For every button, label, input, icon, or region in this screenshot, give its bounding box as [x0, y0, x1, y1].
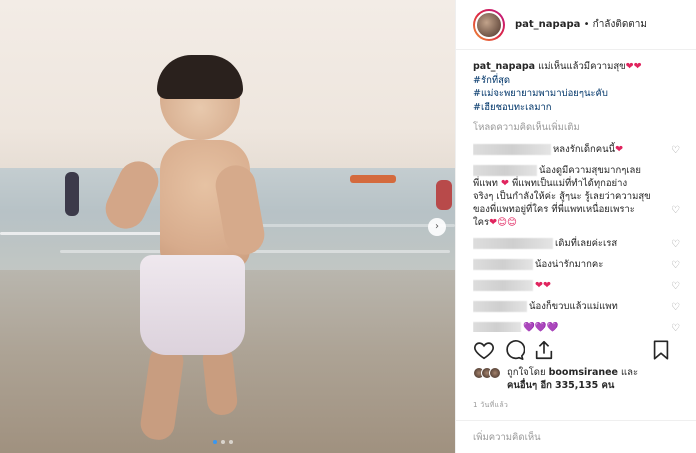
chevron-right-icon[interactable]: ›: [428, 218, 446, 236]
comment-text: เดิมที่เลยค่ะเรส: [555, 238, 618, 249]
comment-item: น้องดูมีความสุขมากๆเลย พี่แพท ❤ พี่แพทเป…: [473, 164, 680, 229]
blurred-username: [473, 322, 521, 332]
comment-item: หลงรักเด็กคนนี้❤ ♡: [473, 143, 680, 156]
comment-item: น้องน่ารักมากคะ ♡: [473, 258, 680, 271]
blurred-username: [473, 144, 551, 155]
blurred-username: [473, 280, 533, 291]
heart-emoji: ❤❤: [535, 280, 551, 291]
caption-username[interactable]: pat_napapa: [473, 61, 535, 72]
purple-heart-emoji: 💜💜💜: [523, 322, 559, 332]
comment-icon[interactable]: [503, 339, 525, 361]
comment-like-icon[interactable]: ♡: [671, 301, 680, 314]
caption: pat_napapa แม่เห็นแล้วมีความสุข❤❤ #รักที…: [473, 60, 680, 114]
others-count[interactable]: 335,135 คน: [555, 380, 614, 391]
carousel-dots: [213, 440, 233, 444]
comments-section: pat_napapa แม่เห็นแล้วมีความสุข❤❤ #รักที…: [473, 60, 680, 332]
carousel-dot: [213, 440, 217, 444]
comment-item: น้องก็ขวบแล้วแม่แพท ♡: [473, 300, 680, 313]
comment-text: ใคร: [473, 217, 490, 228]
background-child: [436, 180, 452, 210]
hashtag-link[interactable]: #เฮียชอบทะเลมาก: [473, 101, 680, 115]
avatar-image: [475, 10, 503, 39]
and-label: และ: [621, 367, 639, 378]
comment-text: พี่แพท: [473, 178, 498, 189]
hashtag-link[interactable]: #แม่จะพยายามพามาบ่อยๆนะคับ: [473, 87, 680, 101]
comment-text: น้องก็ขวบแล้วแม่แพท: [529, 301, 618, 312]
comment-item: 💜💜💜 ♡: [473, 321, 680, 332]
likes-text: ถูกใจโดย boomsiranee และ คนอื่นๆ อีก 335…: [507, 366, 638, 392]
liker-avatars: [473, 367, 501, 379]
avatar[interactable]: [473, 8, 505, 41]
blurred-username: [473, 301, 527, 312]
heart-emoji: ❤❤: [625, 61, 642, 72]
heart-emoji: ❤: [615, 144, 624, 155]
wave: [240, 224, 455, 227]
caption-text: แม่เห็นแล้วมีความสุข: [538, 61, 626, 72]
heart-emoji: ❤😊😊: [489, 217, 517, 228]
comment-like-icon[interactable]: ♡: [671, 280, 680, 293]
comment-text: จริงๆ เป็นกำลังให้ค่ะ สู้ๆนะ รู้เลยว่าคว…: [473, 191, 651, 202]
add-comment-input[interactable]: เพิ่มความคิดเห็น: [456, 420, 696, 453]
comment-text: น้องน่ารักมากคะ: [535, 259, 604, 270]
background-person: [65, 172, 79, 216]
child-hair: [157, 55, 243, 99]
likes-summary: ถูกใจโดย boomsiranee และ คนอื่นๆ อีก 335…: [473, 366, 680, 392]
comment-item: ❤❤ ♡: [473, 279, 680, 292]
child-shorts: [140, 255, 245, 355]
comment-like-icon[interactable]: ♡: [671, 144, 680, 157]
comment-like-icon[interactable]: ♡: [671, 259, 680, 272]
comment-like-icon[interactable]: ♡: [671, 204, 680, 217]
username-link[interactable]: pat_napapa: [515, 19, 580, 30]
comment-text: น้องดูมีความสุขมากๆเลย: [539, 165, 641, 176]
comment-text: หลงรักเด็กคนนี้: [553, 144, 616, 155]
header-text: pat_napapa • กำลังติดตาม: [515, 17, 647, 32]
post-actions: [473, 338, 680, 362]
heart-emoji: ❤: [500, 178, 509, 189]
bookmark-icon[interactable]: [650, 339, 672, 361]
blurred-username: [473, 165, 537, 176]
carousel-dot: [229, 440, 233, 444]
carousel-dot: [221, 440, 225, 444]
others-label[interactable]: คนอื่นๆ อีก: [507, 380, 552, 391]
comment-like-icon[interactable]: ♡: [671, 238, 680, 251]
post-photo[interactable]: ›: [0, 0, 455, 453]
blurred-username: [473, 238, 553, 249]
avatar: [489, 367, 501, 379]
comment-text: พี่แพทเป็นแม่ที่ทำได้ทุกอย่าง: [511, 178, 628, 189]
liked-by-label: ถูกใจโดย: [507, 367, 546, 378]
post-header: pat_napapa • กำลังติดตาม: [456, 0, 696, 50]
share-icon[interactable]: [533, 339, 555, 361]
float: [350, 175, 396, 183]
blurred-username: [473, 259, 533, 270]
post-side-panel: pat_napapa • กำลังติดตาม pat_napapa แม่เ…: [455, 0, 696, 453]
comment-text: ของพี่แพทอยู่ที่ใคร ที่พี่แพทเหนื่อยเพรา…: [473, 204, 635, 215]
load-more-comments[interactable]: โหลดความคิดเห็นเพิ่มเติม: [473, 120, 680, 135]
liked-by-user[interactable]: boomsiranee: [549, 367, 618, 378]
comment-like-icon[interactable]: ♡: [671, 322, 680, 332]
follow-status[interactable]: • กำลังติดตาม: [584, 19, 647, 30]
post-timestamp[interactable]: 1 วันที่แล้ว: [473, 400, 508, 411]
hashtag-link[interactable]: #รักที่สุด: [473, 74, 680, 88]
comment-item: เดิมที่เลยค่ะเรส ♡: [473, 237, 680, 250]
heart-icon[interactable]: [473, 339, 495, 361]
